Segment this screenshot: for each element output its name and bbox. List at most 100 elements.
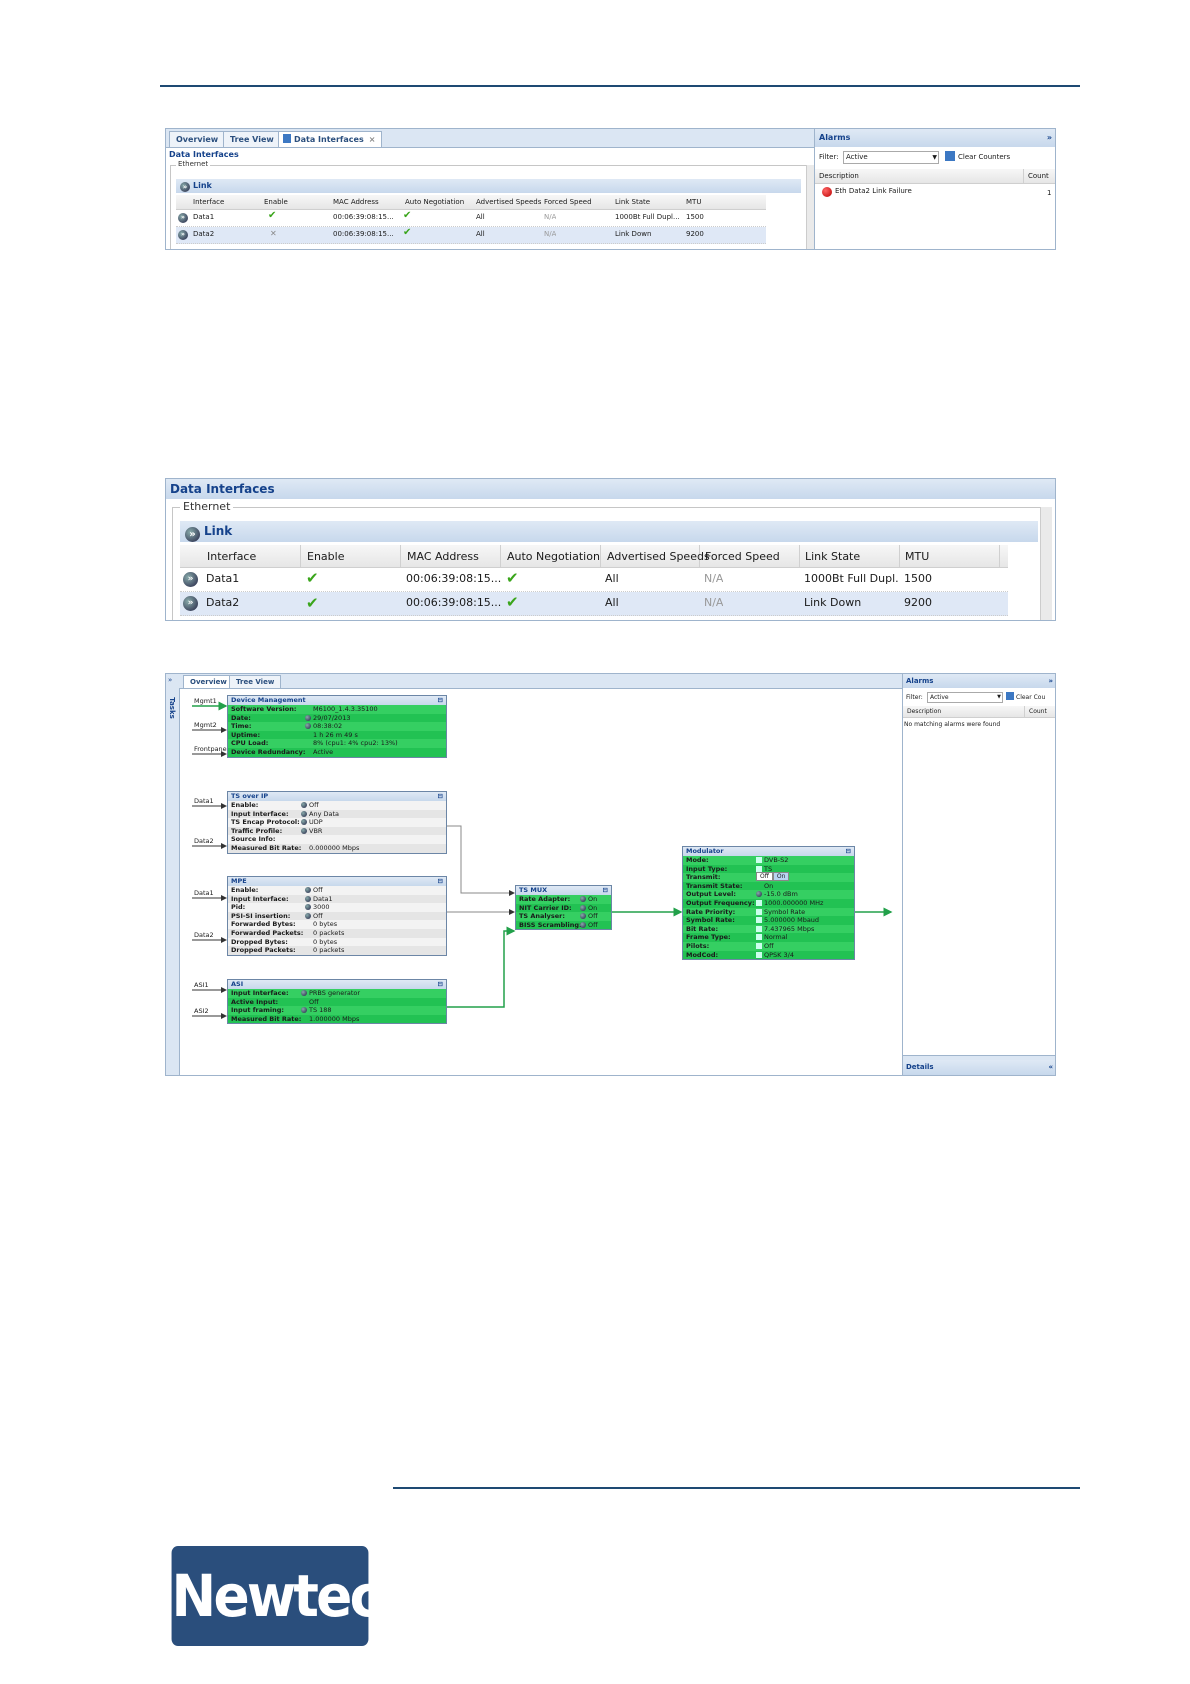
close-icon[interactable]: × <box>369 135 376 144</box>
toggle-on[interactable]: On <box>772 872 790 882</box>
clear-counters-button[interactable]: Clear Counters <box>945 151 1010 161</box>
section-header-link[interactable]: » Link <box>176 179 801 193</box>
table-row[interactable]: » Data2 ✕ 00:06:39:08:15... ✔ All N/A Li… <box>176 227 766 244</box>
header-rule <box>160 85 1080 87</box>
filter-label: Filter: <box>906 694 923 701</box>
column-header[interactable]: MTU <box>905 550 929 563</box>
disabled-icon: ✕ <box>270 229 277 238</box>
column-header[interactable]: Description <box>907 708 941 715</box>
alarm-row[interactable]: Eth Data2 Link Failure 1 <box>815 185 1055 200</box>
mpe-block[interactable]: MPE ⊟ Enable: Off Input Interface: Data1 Pi… <box>227 876 447 956</box>
port-label: Mgmt2 <box>194 721 217 729</box>
edit-icon[interactable] <box>756 857 762 863</box>
minimize-icon[interactable]: ⊟ <box>846 847 851 856</box>
column-header[interactable]: MAC Address <box>407 550 479 563</box>
column-header[interactable]: MTU <box>686 198 701 206</box>
newtec-logo: Newtec <box>171 1546 381 1646</box>
column-header[interactable]: Link State <box>615 198 650 206</box>
edit-icon[interactable] <box>301 1007 307 1014</box>
column-header[interactable]: Enable <box>307 550 344 563</box>
edit-icon[interactable] <box>580 896 586 902</box>
collapse-icon[interactable]: » <box>180 182 190 192</box>
edit-icon[interactable] <box>580 921 586 928</box>
edit-icon[interactable] <box>756 925 762 932</box>
edit-icon[interactable] <box>756 891 762 898</box>
column-header[interactable]: Link State <box>805 550 860 563</box>
column-header[interactable]: Count <box>1029 708 1047 715</box>
device-management-block[interactable]: Device Management ⊟ Software Version: M610… <box>227 695 447 758</box>
tab-data-interfaces[interactable]: Data Interfaces × <box>278 131 383 147</box>
filter-select[interactable]: Active ▼ <box>927 692 1003 703</box>
port-label: Data1 <box>194 889 214 897</box>
filter-select[interactable]: Active ▼ <box>843 151 939 164</box>
edit-icon[interactable] <box>580 913 586 920</box>
edit-icon[interactable] <box>756 908 762 915</box>
collapse-panel-icon[interactable]: » <box>1047 129 1052 147</box>
ts-over-ip-block[interactable]: TS over IP ⊟ Enable: Off Input Interface: A… <box>227 791 447 854</box>
edit-icon[interactable] <box>305 887 311 893</box>
minimize-icon[interactable]: ⊟ <box>438 877 443 886</box>
ts-mux-block[interactable]: TS MUX ⊟ Rate Adapter: On NIT Carrier ID: O… <box>515 885 612 931</box>
transmit-toggle[interactable]: Off On <box>756 872 790 882</box>
edit-icon[interactable] <box>301 819 307 826</box>
edit-icon[interactable] <box>305 895 311 902</box>
collapse-icon[interactable]: » <box>185 527 200 542</box>
column-header[interactable]: Auto Negotiation <box>405 198 464 206</box>
minimize-icon[interactable]: ⊟ <box>603 886 608 895</box>
edit-icon[interactable] <box>756 865 762 872</box>
column-header[interactable]: Forced Speed <box>705 550 780 563</box>
interface-icon: » <box>183 596 198 611</box>
collapse-panel-icon[interactable]: » <box>1048 674 1053 688</box>
edit-icon[interactable] <box>301 810 307 817</box>
edit-icon[interactable] <box>305 714 311 721</box>
edit-icon[interactable] <box>301 802 307 808</box>
edit-icon[interactable] <box>305 904 311 911</box>
asi-block[interactable]: ASI ⊟ Input Interface: PRBS generator Acti… <box>227 979 447 1025</box>
minimize-icon[interactable]: ⊟ <box>438 696 443 705</box>
port-label: ASI2 <box>194 1007 209 1015</box>
interface-icon: » <box>183 572 198 587</box>
tab-overview[interactable]: Overview <box>169 131 226 147</box>
section-header-link[interactable]: » Link <box>180 521 1038 542</box>
chevron-down-icon[interactable]: ▼ <box>932 152 937 163</box>
column-header[interactable]: Interface <box>193 198 224 206</box>
toggle-off[interactable]: Off <box>756 872 773 882</box>
tab-tree-view[interactable]: Tree View <box>223 131 281 147</box>
alarms-title: Alarms <box>906 677 934 685</box>
edit-icon[interactable] <box>756 951 762 958</box>
edit-icon[interactable] <box>301 990 307 996</box>
edit-icon[interactable] <box>305 912 311 919</box>
column-header[interactable]: Forced Speed <box>544 198 592 206</box>
expand-icon[interactable]: « <box>1048 1060 1053 1075</box>
column-header[interactable]: Count <box>1028 172 1049 180</box>
footer-rule <box>393 1487 1080 1489</box>
column-header[interactable]: Auto Negotiation <box>507 550 600 563</box>
edit-icon[interactable] <box>580 904 586 911</box>
edit-icon[interactable] <box>305 723 311 730</box>
column-header[interactable]: Interface <box>207 550 256 563</box>
details-header[interactable]: Details « <box>903 1060 1055 1075</box>
column-header[interactable]: Enable <box>264 198 288 206</box>
group-label-ethernet: Ethernet <box>180 500 234 513</box>
table-row[interactable]: » Data2 ✔ 00:06:39:08:15... ✔ All N/A Li… <box>180 592 1008 616</box>
table-row[interactable]: » Data1 ✔ 00:06:39:08:15... ✔ All N/A 10… <box>176 210 766 227</box>
edit-icon[interactable] <box>756 942 762 949</box>
clear-counters-button[interactable]: Clear Cou <box>1006 692 1045 701</box>
edit-icon[interactable] <box>756 934 762 941</box>
edit-icon[interactable] <box>301 827 307 834</box>
table-row[interactable]: » Data1 ✔ 00:06:39:08:15... ✔ All N/A 10… <box>180 568 1008 592</box>
column-header[interactable]: Advertised Speeds <box>607 550 710 563</box>
empty-message: No matching alarms were found <box>904 721 1001 728</box>
chevron-down-icon[interactable]: ▼ <box>997 693 1001 702</box>
edit-icon[interactable] <box>756 899 762 906</box>
scrollbar[interactable] <box>806 165 814 249</box>
column-header[interactable]: Description <box>819 172 859 180</box>
edit-icon[interactable] <box>756 917 762 924</box>
minimize-icon[interactable]: ⊟ <box>438 980 443 989</box>
interface-icon: » <box>178 213 188 223</box>
modulator-block[interactable]: Modulator ⊟ Mode: DVB-S2 Input Type: TS Tra… <box>682 846 855 961</box>
column-header[interactable]: Advertised Speeds <box>476 198 541 206</box>
minimize-icon[interactable]: ⊟ <box>438 792 443 801</box>
scrollbar[interactable] <box>1040 507 1052 620</box>
column-header[interactable]: MAC Address <box>333 198 379 206</box>
